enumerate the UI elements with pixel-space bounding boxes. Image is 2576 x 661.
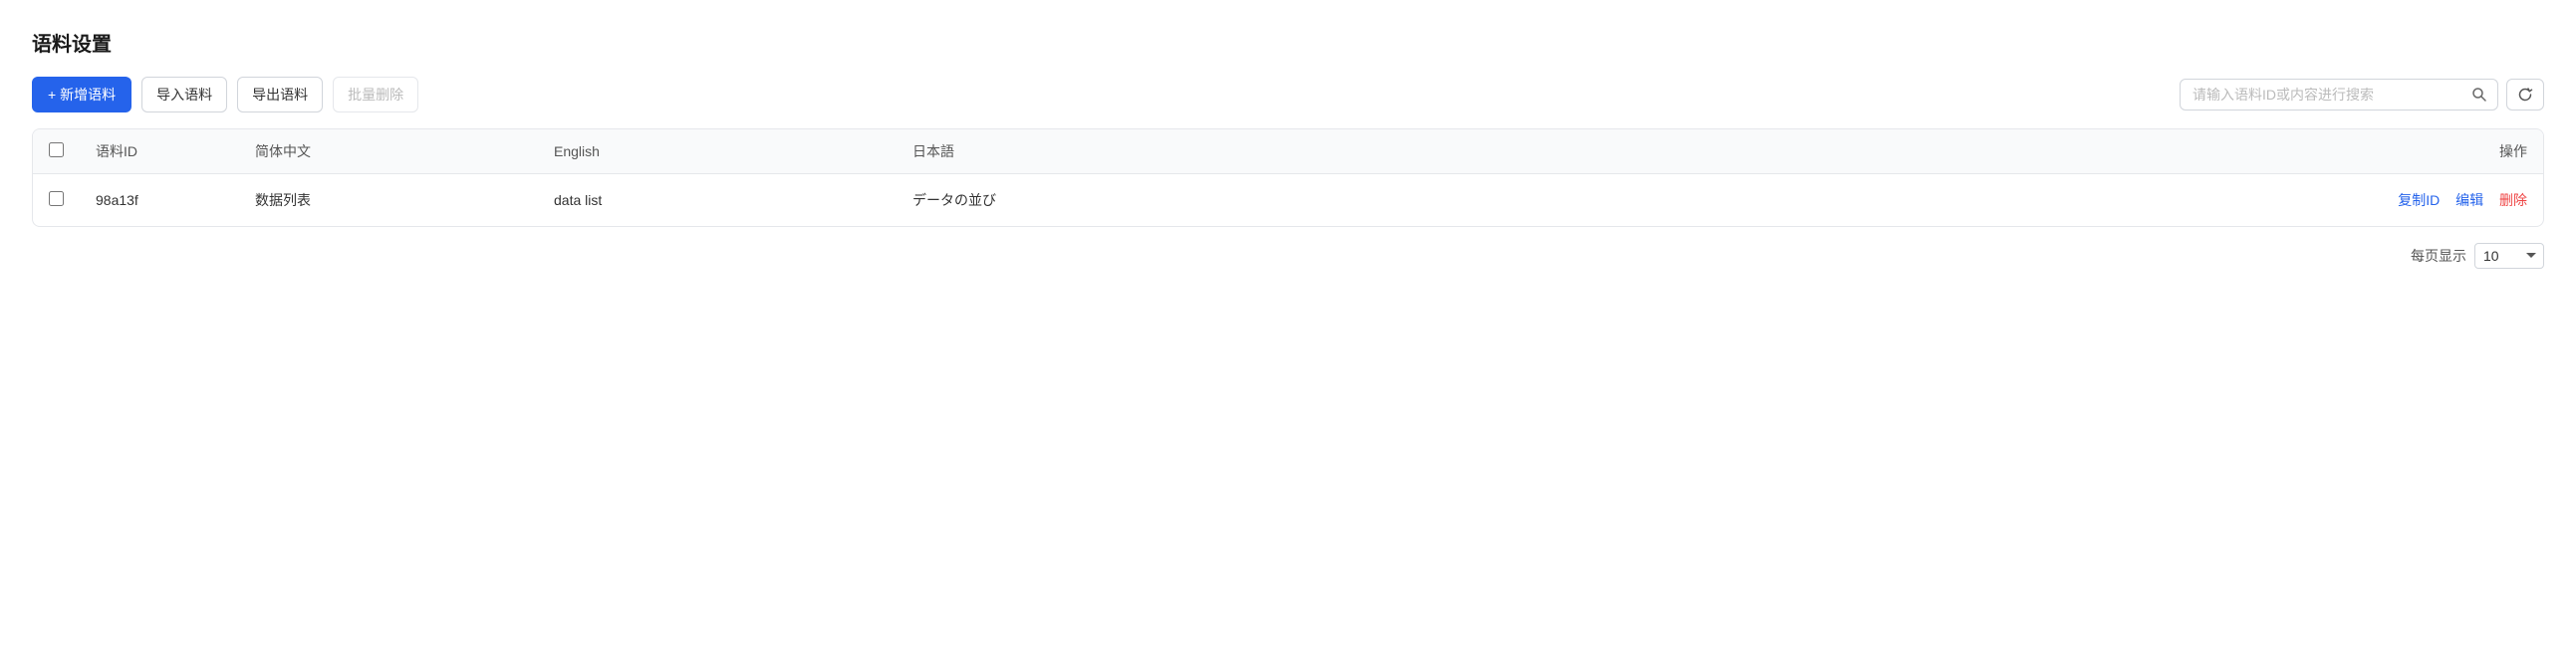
- select-all-checkbox[interactable]: [49, 142, 64, 157]
- header-zh: 简体中文: [239, 129, 538, 174]
- search-button[interactable]: [2461, 80, 2497, 110]
- pagination-bar: 每页显示 102050100: [32, 227, 2544, 269]
- header-id: 语料ID: [80, 129, 239, 174]
- export-button[interactable]: 导出语料: [237, 77, 323, 112]
- row-en: data list: [538, 174, 897, 227]
- add-phrase-button[interactable]: + 新增语料: [32, 77, 131, 112]
- phrase-table: 语料ID 简体中文 English 日本語 操作 98a13f 数据列表 dat…: [33, 129, 2543, 226]
- row-id: 98a13f: [80, 174, 239, 227]
- toolbar: + 新增语料 导入语料 导出语料 批量删除: [32, 77, 2544, 112]
- row-zh: 数据列表: [239, 174, 538, 227]
- toolbar-right: [2180, 79, 2544, 110]
- table-header-row: 语料ID 简体中文 English 日本語 操作: [33, 129, 2543, 174]
- table-body: 98a13f 数据列表 data list データの並び 复制ID 编辑 删除: [33, 174, 2543, 227]
- row-checkbox[interactable]: [49, 191, 64, 206]
- row-actions: 复制ID 编辑 删除: [1584, 174, 2543, 227]
- refresh-icon: [2517, 87, 2533, 103]
- search-icon: [2471, 87, 2487, 103]
- header-en: English: [538, 129, 897, 174]
- row-checkbox-cell: [33, 174, 80, 227]
- header-actions: 操作: [1584, 129, 2543, 174]
- search-input[interactable]: [2181, 80, 2461, 110]
- per-page-label: 每页显示: [2411, 246, 2466, 266]
- row-ja: データの並び: [897, 174, 1584, 227]
- toolbar-left: + 新增语料 导入语料 导出语料 批量删除: [32, 77, 418, 112]
- table-row: 98a13f 数据列表 data list データの並び 复制ID 编辑 删除: [33, 174, 2543, 227]
- header-checkbox-cell: [33, 129, 80, 174]
- search-wrapper: [2180, 79, 2498, 110]
- copy-id-link[interactable]: 复制ID: [2398, 192, 2440, 208]
- per-page-select[interactable]: 102050100: [2474, 243, 2544, 269]
- table-wrapper: 语料ID 简体中文 English 日本語 操作 98a13f 数据列表 dat…: [32, 128, 2544, 227]
- page-container: 语料设置 + 新增语料 导入语料 导出语料 批量删除: [0, 0, 2576, 297]
- batch-delete-button: 批量删除: [333, 77, 418, 112]
- delete-link[interactable]: 删除: [2499, 192, 2527, 208]
- import-button[interactable]: 导入语料: [141, 77, 227, 112]
- edit-link[interactable]: 编辑: [2455, 192, 2483, 208]
- header-ja: 日本語: [897, 129, 1584, 174]
- refresh-button[interactable]: [2506, 79, 2544, 110]
- page-title: 语料设置: [32, 28, 2544, 57]
